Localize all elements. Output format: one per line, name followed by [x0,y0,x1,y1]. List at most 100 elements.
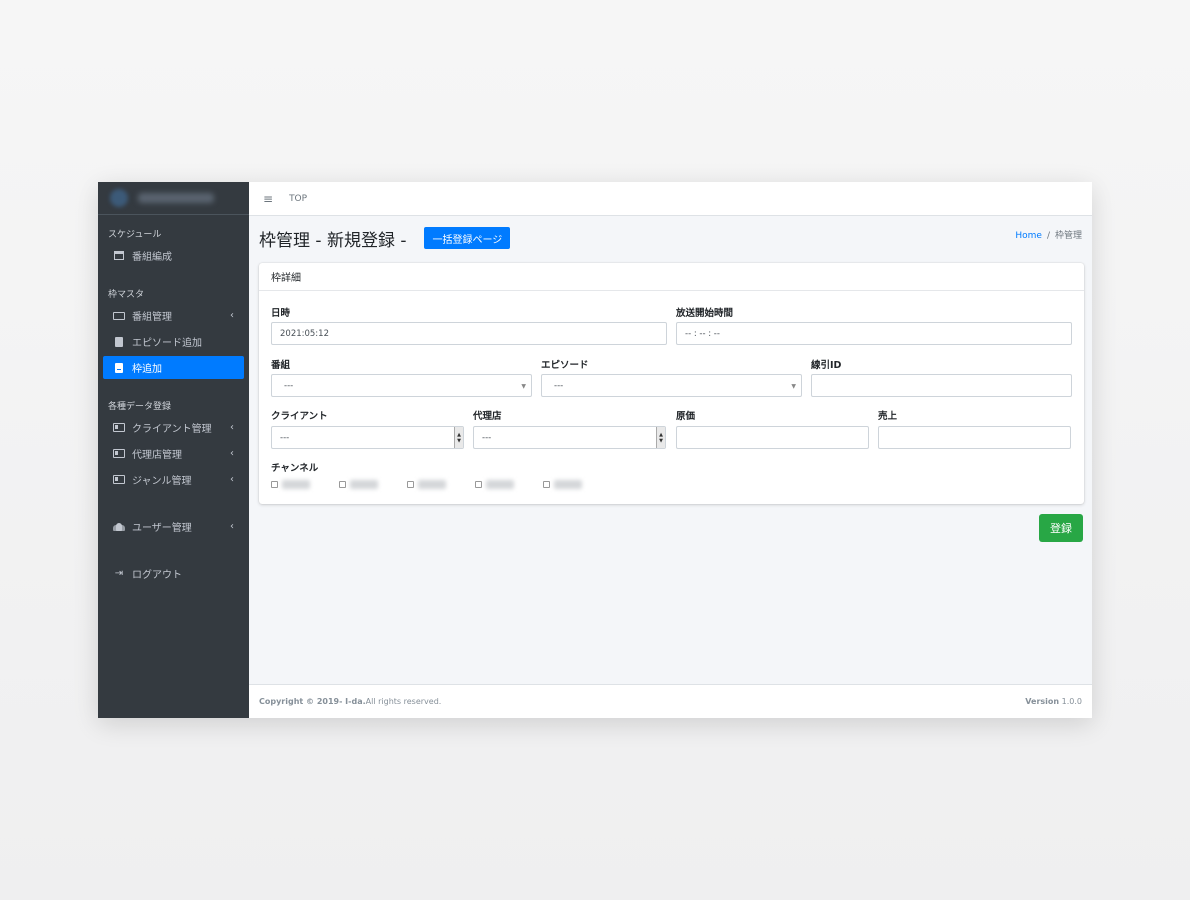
line-id-label: 線引ID [811,360,842,371]
channel-option[interactable] [407,480,446,489]
brand[interactable] [98,182,249,215]
sidebar-item-user-management[interactable]: ユーザー管理 ‹ [103,515,244,538]
program-select-value: --- [284,380,294,391]
nav-header-data-registration: 各種データ登録 [108,402,172,412]
top-nav-link[interactable]: TOP [289,194,307,204]
channel-option-label [350,480,378,489]
agency-select[interactable]: --- ▲ ▼ [473,426,666,449]
sidebar-item-label: クライアント管理 [132,424,212,435]
channel-option[interactable] [475,480,514,489]
sidebar-item-program-schedule[interactable]: 番組編成 [103,244,244,267]
sidebar-item-label: 番組管理 [132,312,172,323]
users-icon [113,522,125,532]
main-content: ≡ TOP 枠管理 - 新規登録 - 一括登録ページ Home / 枠管理 枠詳細 … [249,182,1092,718]
hamburger-menu-icon[interactable]: ≡ [263,192,273,206]
select-arrows-icon: ▲ ▼ [656,427,665,448]
checkbox[interactable] [407,481,414,488]
cost-label: 原価 [676,411,696,422]
app-window: スケジュール 番組編成 枠マスタ 番組管理 ‹ エピソード追加 枠追加 各種デー… [98,182,1092,718]
chevron-left-icon: ‹ [230,521,234,532]
brand-logo-icon [110,189,128,207]
breadcrumb-separator: / [1046,231,1050,241]
frame-detail-card: 枠詳細 日時 2021:05:12 放送開始時間 -- : -- : -- 番組… [259,263,1084,504]
program-label: 番組 [271,360,291,371]
sidebar-item-program-management[interactable]: 番組管理 ‹ [103,304,244,327]
channel-option[interactable] [543,480,582,489]
checkbox[interactable] [475,481,482,488]
caret-down-icon: ▼ [521,383,526,390]
select-arrows-icon: ▲ ▼ [454,427,463,448]
sidebar-item-add-frame[interactable]: 枠追加 [103,356,244,379]
nav-header-schedule: スケジュール [108,230,162,240]
chevron-left-icon: ‹ [230,422,234,433]
top-navbar: ≡ TOP [249,182,1092,216]
caret-down-icon: ▼ [791,383,796,390]
calendar-icon [113,251,125,261]
channel-label: チャンネル [271,463,319,474]
sidebar: スケジュール 番組編成 枠マスタ 番組管理 ‹ エピソード追加 枠追加 各種デー… [98,182,249,718]
sidebar-item-label: ジャンル管理 [132,476,192,487]
chevron-left-icon: ‹ [230,474,234,485]
checkbox[interactable] [271,481,278,488]
agency-select-value: --- [482,432,492,443]
sidebar-item-label: ユーザー管理 [132,523,192,534]
channel-option[interactable] [271,480,310,489]
register-button[interactable]: 登録 [1039,514,1083,542]
checkbox[interactable] [543,481,550,488]
sidebar-item-label: 番組編成 [132,252,172,263]
start-time-input[interactable]: -- : -- : -- [676,322,1072,345]
footer-version-value: 1.0.0 [1059,697,1082,706]
sidebar-item-label: エピソード追加 [132,338,202,349]
line-id-input[interactable] [811,374,1072,397]
sidebar-item-genre-management[interactable]: ジャンル管理 ‹ [103,468,244,491]
breadcrumb: Home / 枠管理 [1015,228,1082,241]
breadcrumb-current: 枠管理 [1054,231,1082,241]
footer-rights: All rights reserved. [365,697,442,706]
brand-name [138,193,214,203]
episode-select-value: --- [554,380,564,391]
sidebar-item-agency-management[interactable]: 代理店管理 ‹ [103,442,244,465]
page-title: 枠管理 - 新規登録 - [259,230,407,251]
footer-version-label: Version [1025,697,1060,706]
id-card-icon [113,475,125,485]
sidebar-item-label: 枠追加 [132,364,162,375]
channel-option-label [282,480,310,489]
channel-option-label [486,480,514,489]
sales-input[interactable] [878,426,1071,449]
checkbox[interactable] [339,481,346,488]
book-icon [113,336,125,347]
sidebar-item-client-management[interactable]: クライアント管理 ‹ [103,416,244,439]
datetime-label: 日時 [271,308,291,319]
chevron-left-icon: ‹ [230,310,234,321]
id-card-icon [113,449,125,459]
chevron-left-icon: ‹ [230,448,234,459]
sales-label: 売上 [878,411,898,422]
sidebar-item-logout[interactable]: ⇥ ログアウト [103,562,244,585]
episode-select[interactable]: --- ▼ [541,374,802,397]
client-select[interactable]: --- ▲ ▼ [271,426,464,449]
channel-checkbox-group [271,480,611,489]
client-label: クライアント [271,411,328,422]
episode-label: エピソード [541,360,589,371]
program-select[interactable]: --- ▼ [271,374,532,397]
agency-label: 代理店 [473,411,502,422]
monitor-icon [113,311,125,321]
breadcrumb-home-link[interactable]: Home [1015,231,1042,241]
channel-option[interactable] [339,480,378,489]
client-select-value: --- [280,432,290,443]
sidebar-item-label: 代理店管理 [132,450,182,461]
footer-copyright: Copyright © 2019- I-da. [259,697,366,706]
sidebar-item-add-episode[interactable]: エピソード追加 [103,330,244,353]
logout-icon: ⇥ [114,568,124,579]
footer-version: Version 1.0.0 [1025,697,1082,706]
bulk-register-button[interactable]: 一括登録ページ [424,227,511,249]
sidebar-item-label: ログアウト [132,570,182,581]
card-title: 枠詳細 [259,263,1084,291]
datetime-input[interactable]: 2021:05:12 [271,322,667,345]
footer: Copyright © 2019- I-da. All rights reser… [249,684,1092,718]
content-header: 枠管理 - 新規登録 - 一括登録ページ Home / 枠管理 [259,226,1082,251]
channel-option-label [418,480,446,489]
cost-input[interactable] [676,426,869,449]
channel-option-label [554,480,582,489]
book-icon [113,362,125,373]
